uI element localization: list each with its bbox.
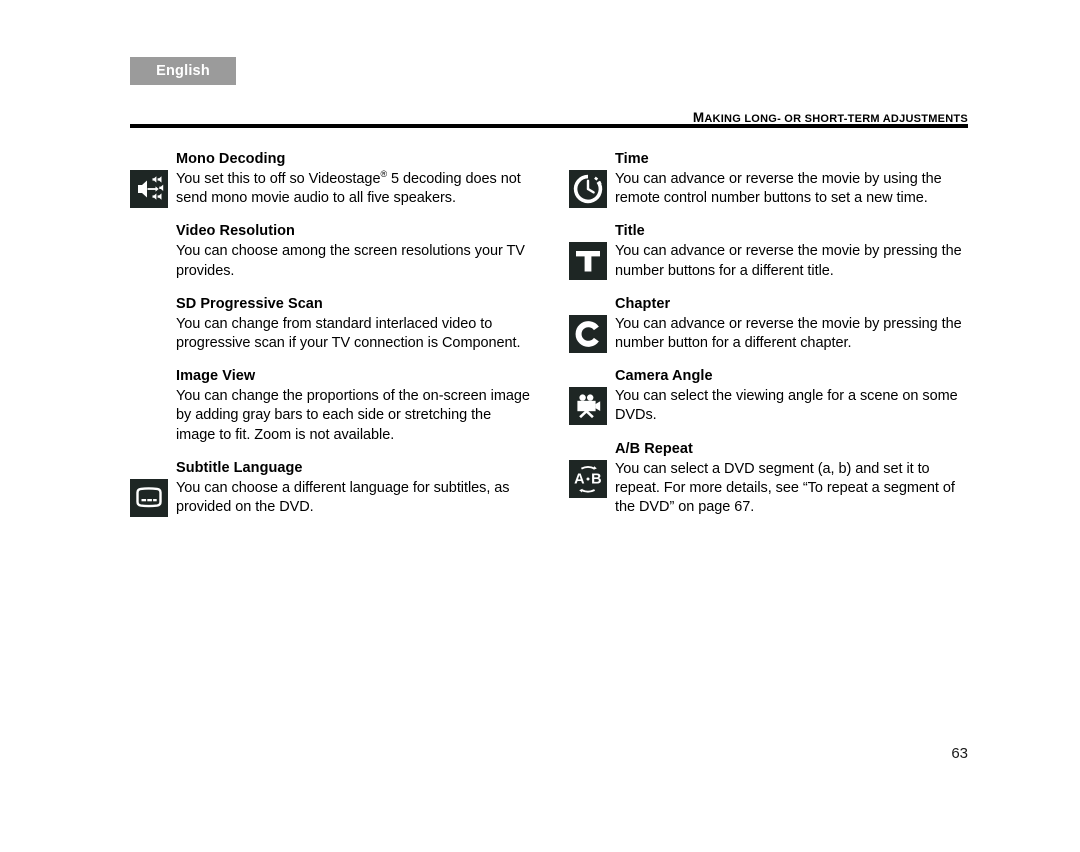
entry-video-resolution: Video Resolution You can choose among th… xyxy=(130,222,531,280)
running-head: MAKING LONG- OR SHORT-TERM ADJUSTMENTS xyxy=(130,110,968,125)
mono-decoding-icon xyxy=(130,170,168,208)
entry-body: A/B Repeat You can select a DVD segment … xyxy=(615,440,970,518)
svg-text:A: A xyxy=(574,471,585,487)
running-head-lead: M xyxy=(692,110,705,125)
entry-text-before: You set this to off so Videostage xyxy=(176,171,381,187)
entry-chapter: Chapter You can advance or reverse the m… xyxy=(569,295,970,353)
letter-t-icon xyxy=(569,242,607,281)
entry-mono-decoding: Mono Decoding You set this to off so Vid… xyxy=(130,150,531,208)
entry-body: SD Progressive Scan You can change from … xyxy=(176,295,531,353)
clock-icon xyxy=(569,170,607,208)
subtitle-screen-icon xyxy=(130,478,168,517)
entry-title: Subtitle Language xyxy=(176,459,303,476)
entry-text: You can advance or reverse the movie by … xyxy=(615,171,942,207)
entry-title: Title xyxy=(615,223,645,240)
right-column: Time You can advance or reverse the movi… xyxy=(569,150,970,521)
body-columns: Mono Decoding You set this to off so Vid… xyxy=(130,150,970,521)
language-tab-label: English xyxy=(156,63,210,79)
letter-c-icon xyxy=(569,314,607,353)
entry-title: Video Resolution xyxy=(176,223,295,240)
manual-page: English MAKING LONG- OR SHORT-TERM ADJUS… xyxy=(0,0,1080,852)
entry-title: Camera Angle xyxy=(615,368,713,385)
icon-slot xyxy=(569,222,615,281)
entry-body: Chapter You can advance or reverse the m… xyxy=(615,295,970,353)
language-tab: English xyxy=(130,57,236,85)
entry-text: You can choose among the screen resoluti… xyxy=(176,243,525,279)
entry-image-view: Image View You can change the proportion… xyxy=(130,367,531,445)
entry-title: Chapter xyxy=(615,295,671,312)
entry-text: You can choose a different language for … xyxy=(176,479,510,516)
entry-text: You can change from standard interlaced … xyxy=(176,315,521,352)
entry-body: Video Resolution You can choose among th… xyxy=(176,222,531,280)
entry-title: SD Progressive Scan xyxy=(176,295,323,312)
entry-time: Time You can advance or reverse the movi… xyxy=(569,150,970,208)
icon-slot xyxy=(569,295,615,353)
entry-sd-progressive-scan: SD Progressive Scan You can change from … xyxy=(130,295,531,353)
entry-body: Subtitle Language You can choose a diffe… xyxy=(176,459,531,517)
icon-slot-empty xyxy=(130,222,176,242)
entry-body: Image View You can change the proportion… xyxy=(176,367,531,445)
entry-title: Image View xyxy=(176,368,256,385)
movie-camera-icon xyxy=(569,387,607,426)
icon-slot xyxy=(569,367,615,426)
icon-slot xyxy=(130,459,176,517)
entry-camera-angle: Camera Angle You can select the viewing … xyxy=(569,367,970,426)
entry-body: Title You can advance or reverse the mov… xyxy=(615,222,970,280)
entry-text: You can change the proportions of the on… xyxy=(176,388,530,443)
icon-slot xyxy=(130,150,176,208)
entry-text: You can advance or reverse the movie by … xyxy=(615,243,962,279)
entry-body: Time You can advance or reverse the movi… xyxy=(615,150,970,208)
entry-title: A/B Repeat xyxy=(615,440,693,457)
entry-title: Mono Decoding xyxy=(176,151,286,167)
page-number: 63 xyxy=(951,745,968,762)
entry-title: Time xyxy=(615,151,649,167)
icon-slot xyxy=(569,150,615,208)
svg-text:B: B xyxy=(591,471,601,487)
icon-slot: A B xyxy=(569,440,615,498)
entry-title-section: Title You can advance or reverse the mov… xyxy=(569,222,970,281)
icon-slot-empty xyxy=(130,367,176,387)
icon-slot-empty xyxy=(130,295,176,315)
entry-text: You can select a DVD segment (a, b) and … xyxy=(615,460,955,516)
entry-body: Mono Decoding You set this to off so Vid… xyxy=(176,150,531,208)
entry-body: Camera Angle You can select the viewing … xyxy=(615,367,970,425)
entry-subtitle-language: Subtitle Language You can choose a diffe… xyxy=(130,459,531,517)
entry-text: You can select the viewing angle for a s… xyxy=(615,388,958,424)
entry-text: You can advance or reverse the movie by … xyxy=(615,315,962,352)
ab-repeat-icon: A B xyxy=(569,459,607,498)
entry-ab-repeat: A B A/B Repeat You can select a DVD segm… xyxy=(569,440,970,518)
left-column: Mono Decoding You set this to off so Vid… xyxy=(130,150,531,521)
header-rule xyxy=(130,124,968,128)
entry-text: You set this to off so Videostage® 5 dec… xyxy=(176,170,531,208)
